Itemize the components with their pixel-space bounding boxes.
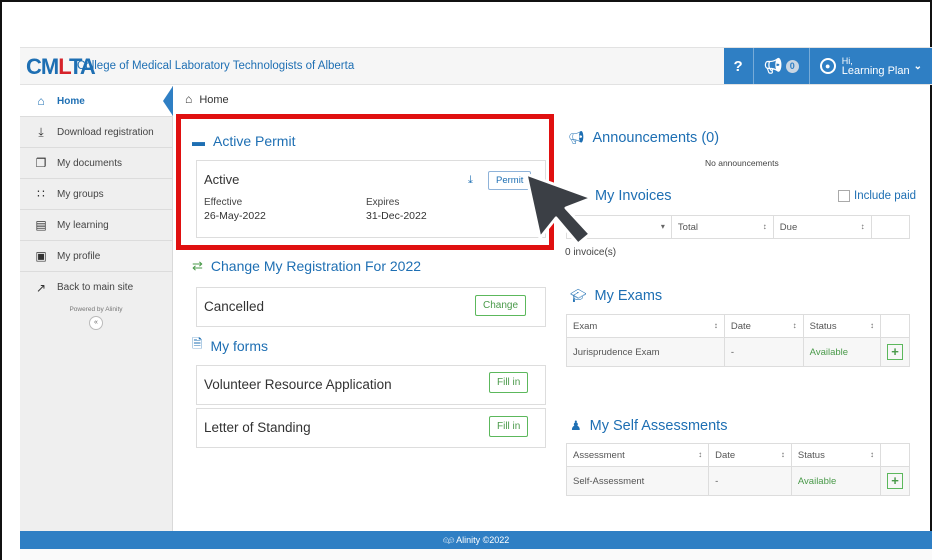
footer-strip [20,549,932,560]
footer: 👫︎ Alinity ©2022 [20,531,932,549]
graduation-icon: 🎓︎ [570,288,587,303]
top-bar: CMLTA College of Medical Laboratory Tech… [20,47,932,85]
home-icon: ⌂ [37,94,45,108]
user-menu[interactable]: ● Hi, Learning Plan ⌄ [808,48,932,84]
self-assessments-table: Assessment ↕ Date ↕ Status ↕ Self-Assessmen… [565,443,911,496]
external-link-icon: ↗ [35,280,47,295]
chevron-down-icon: ⌄ [913,60,922,72]
self-assessments-title: ♟ My Self Assessments [570,418,728,434]
column-header[interactable]: Assessment ↕ [565,443,710,467]
invoices-table: #▾ Total↕ Due↕ [566,215,911,239]
person-icon: ♟ [570,418,582,433]
user-name: Learning Plan [841,65,910,77]
status-badge: Available [802,337,881,367]
sort-desc-icon: ▾ [660,221,665,231]
form-label: Letter of Standing [204,420,311,435]
sort-icon: ↕ [869,449,874,459]
highlight-box [176,114,554,250]
top-right-toolbar: ? 📢︎ 0 ● Hi, Learning Plan ⌄ [723,48,932,84]
sidebar-item-download-registration[interactable]: ⤓ Download registration [20,117,172,148]
exams-title: 🎓︎ My Exams [570,288,663,304]
cursor-arrow-icon [524,172,594,246]
swap-icon: ⇄ [192,258,203,273]
sidebar-item-my-documents[interactable]: ❐ My documents [20,148,172,179]
my-forms-title: 🗎︎ My forms [192,335,268,357]
column-header[interactable]: Date ↕ [708,443,792,467]
no-announcements: No announcements [705,158,779,168]
table-row: Jurisprudence Exam - Available + [566,337,911,367]
invoice-count: 0 invoice(s) [565,247,617,258]
column-header[interactable]: Date ↕ [723,314,804,338]
column-header[interactable]: Status ↕ [790,443,881,467]
collapse-sidebar-button[interactable]: « [89,316,103,330]
megaphone-icon: 📢︎ [568,130,585,145]
megaphone-icon: 📢︎ [763,58,783,75]
sidebar-item-home[interactable]: ⌂ Home [20,86,173,117]
status-badge: Available [790,466,881,496]
column-header[interactable]: Status ↕ [802,314,881,338]
groups-icon: ∷ [37,187,45,201]
include-paid-checkbox[interactable]: Include paid [838,190,916,202]
breadcrumb[interactable]: ⌂ Home [185,92,229,106]
document-icon: 🗎︎ [192,336,203,351]
powered-by: Powered by Alinity [69,306,123,313]
help-button[interactable]: ? [724,48,753,84]
column-header[interactable]: Total ↕ [670,215,774,239]
sort-icon: ↕ [869,320,874,330]
sort-icon: ↕ [792,320,797,330]
home-icon: ⌂ [185,92,193,106]
invoices-title: My Invoices [595,188,672,204]
add-exam-button[interactable]: + [886,344,903,360]
add-self-assessment-button[interactable]: + [886,473,903,489]
user-icon: ● [819,58,836,74]
alinity-logo-icon: 👫︎ [442,535,455,545]
sort-icon: ↕ [713,320,718,330]
exams-table: Exam ↕ Date ↕ Status ↕ Jurisprudence Exam -… [566,314,911,367]
change-registration-title: ⇄ Change My Registration For 2022 [192,258,422,274]
fill-in-button[interactable]: Fill in [489,416,529,437]
change-button[interactable]: Change [475,295,527,316]
announcements-title: 📢︎ Announcements (0) [568,130,720,146]
sidebar-item-my-groups[interactable]: ∷ My groups [20,179,172,210]
org-name[interactable]: College of Medical Laboratory Technologi… [77,60,354,72]
id-card-icon: ▣ [35,249,47,263]
sidebar-item-my-learning[interactable]: ▤ My learning [20,210,172,241]
fill-in-button[interactable]: Fill in [489,372,529,393]
sort-icon: ↕ [698,449,703,459]
registration-status: Cancelled [204,299,265,314]
column-header[interactable]: Due ↕ [772,215,872,239]
book-icon: ▤ [35,218,47,232]
documents-icon: ❐ [35,156,47,170]
sort-icon: ↕ [780,449,785,459]
download-icon: ⤓ [38,124,44,139]
table-row: Self-Assessment - Available + [565,466,911,496]
sort-icon: ↕ [860,221,865,231]
checkbox[interactable] [838,190,850,202]
sidebar-item-my-profile[interactable]: ▣ My profile [20,241,172,272]
announcement-count-badge: 0 [785,59,799,73]
sidebar: ⌂ Home ⤓ Download registration ❐ My docu… [20,86,173,531]
sort-icon: ↕ [762,221,767,231]
sidebar-item-back-to-main-site[interactable]: ↗ Back to main site [20,272,172,303]
form-label: Volunteer Resource Application [204,377,392,392]
column-header[interactable]: Exam ↕ [566,314,725,338]
announcements-button[interactable]: 📢︎ 0 [752,48,809,84]
